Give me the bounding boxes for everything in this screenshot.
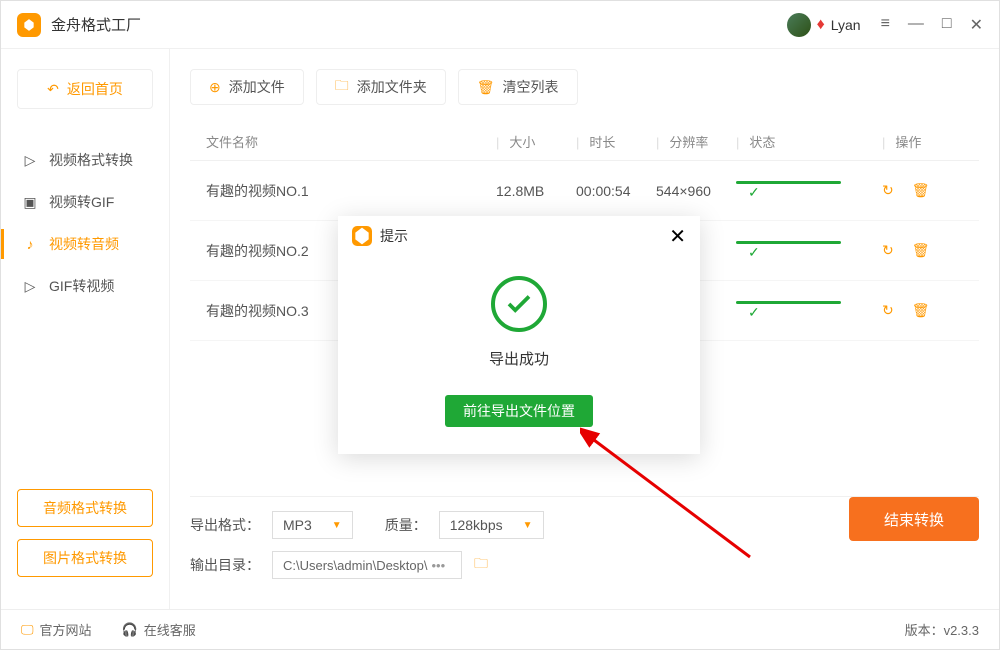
caret-down-icon: ▼ bbox=[332, 520, 342, 531]
support-link[interactable]: 🎧 在线客服 bbox=[122, 620, 196, 639]
table-header: 文件名称 |大小 |时长 |分辨率 |状态 |操作 bbox=[190, 123, 979, 161]
modal-close-button[interactable]: ✕ bbox=[669, 224, 686, 249]
nav-video-gif[interactable]: ▣ 视频转GIF bbox=[17, 181, 153, 223]
plus-icon: ⊕ bbox=[209, 79, 221, 96]
avatar[interactable] bbox=[787, 13, 811, 37]
clear-list-button[interactable]: 🗑 清空列表 bbox=[458, 69, 578, 105]
file-name: 有趣的视频NO.1 bbox=[206, 181, 496, 201]
modal-logo bbox=[352, 226, 372, 246]
tab-image-convert[interactable]: 图片格式转换 bbox=[17, 539, 153, 577]
official-site-link[interactable]: 🖵 官方网站 bbox=[21, 620, 92, 639]
version-label: 版本：v2.3.3 bbox=[905, 620, 979, 639]
nav-video-convert[interactable]: ▷ 视频格式转换 bbox=[17, 139, 153, 181]
retry-icon[interactable]: ↻ bbox=[882, 302, 894, 318]
file-size: 12.8MB bbox=[496, 183, 576, 199]
username: Lyan bbox=[831, 17, 861, 33]
back-button[interactable]: ↶ 返回首页 bbox=[17, 69, 153, 109]
browse-folder-icon[interactable]: 🗀 bbox=[474, 553, 488, 577]
add-file-button[interactable]: ⊕ 添加文件 bbox=[190, 69, 304, 105]
file-status: ✓ bbox=[736, 301, 866, 321]
success-message: 导出成功 bbox=[489, 348, 549, 369]
maximize-icon[interactable]: □ bbox=[942, 15, 952, 35]
minimize-icon[interactable]: — bbox=[908, 15, 924, 35]
output-path-input[interactable]: C:\Users\admin\Desktop\••• bbox=[272, 551, 462, 579]
play-icon: ▷ bbox=[21, 277, 39, 295]
delete-icon[interactable]: 🗑 bbox=[912, 182, 930, 198]
check-icon: ✓ bbox=[748, 184, 760, 200]
sidebar: ↶ 返回首页 ▷ 视频格式转换 ▣ 视频转GIF ♪ 视频转音频 ▷ GIF转视… bbox=[1, 49, 169, 609]
file-duration: 00:00:54 bbox=[576, 183, 656, 199]
modal-title: 提示 bbox=[380, 226, 669, 246]
app-logo bbox=[17, 13, 41, 37]
trash-icon: 🗑 bbox=[477, 79, 495, 96]
quality-select[interactable]: 128kbps▼ bbox=[439, 511, 544, 539]
app-title: 金舟格式工厂 bbox=[51, 14, 787, 35]
success-check-icon bbox=[491, 276, 547, 332]
nav-gif-video[interactable]: ▷ GIF转视频 bbox=[17, 265, 153, 307]
success-modal: 提示 ✕ 导出成功 前往导出文件位置 bbox=[338, 216, 700, 454]
headset-icon: 🎧 bbox=[122, 622, 138, 638]
delete-icon[interactable]: 🗑 bbox=[912, 242, 930, 258]
close-icon[interactable]: ✕ bbox=[970, 15, 983, 35]
back-arrow-icon: ↶ bbox=[47, 81, 59, 98]
table-row: 有趣的视频NO.1 12.8MB 00:00:54 544×960 ✓ ↻ 🗑 bbox=[190, 161, 979, 221]
check-icon: ✓ bbox=[748, 244, 760, 260]
monitor-icon: 🖵 bbox=[21, 622, 34, 638]
convert-button[interactable]: 结束转换 bbox=[849, 497, 979, 541]
nav-video-audio[interactable]: ♪ 视频转音频 bbox=[17, 223, 153, 265]
vip-icon: ♦ bbox=[817, 16, 825, 34]
check-icon: ✓ bbox=[748, 304, 760, 320]
bottom-bar: 导出格式： MP3▼ 质量： 128kbps▼ 输出目录： C:\Users\a… bbox=[190, 496, 979, 609]
file-resolution: 544×960 bbox=[656, 183, 736, 199]
goto-folder-button[interactable]: 前往导出文件位置 bbox=[445, 395, 593, 427]
tab-audio-convert[interactable]: 音频格式转换 bbox=[17, 489, 153, 527]
delete-icon[interactable]: 🗑 bbox=[912, 302, 930, 318]
retry-icon[interactable]: ↻ bbox=[882, 182, 894, 198]
file-status: ✓ bbox=[736, 241, 866, 261]
add-folder-button[interactable]: 🗀 添加文件夹 bbox=[316, 69, 446, 105]
file-status: ✓ bbox=[736, 181, 866, 201]
titlebar: 金舟格式工厂 ♦ Lyan ≡ — □ ✕ bbox=[1, 1, 999, 49]
play-icon: ▷ bbox=[21, 151, 39, 169]
format-select[interactable]: MP3▼ bbox=[272, 511, 353, 539]
menu-icon[interactable]: ≡ bbox=[881, 15, 890, 35]
folder-icon: 🗀 bbox=[335, 75, 349, 99]
music-icon: ♪ bbox=[21, 235, 39, 253]
retry-icon[interactable]: ↻ bbox=[882, 242, 894, 258]
caret-down-icon: ▼ bbox=[523, 520, 533, 531]
image-icon: ▣ bbox=[21, 193, 39, 211]
